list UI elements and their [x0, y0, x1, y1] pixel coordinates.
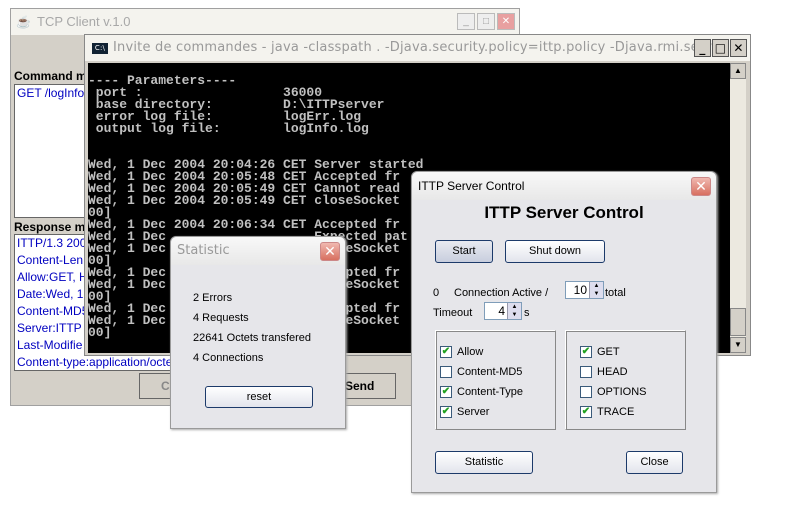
spinner-arrows-icon[interactable]: ▲ ▼: [507, 303, 521, 319]
reset-button[interactable]: reset: [205, 386, 313, 408]
timeout-value: 4: [498, 304, 505, 318]
minimize-button[interactable]: _: [457, 13, 475, 30]
maximize-button[interactable]: □: [477, 13, 495, 30]
start-button[interactable]: Start: [435, 240, 493, 263]
scrollbar-thumb[interactable]: [730, 308, 746, 336]
checkbox-content-md5[interactable]: Content-MD5: [440, 364, 522, 380]
checkbox-label: Content-Type: [457, 386, 524, 398]
checkbox-label: OPTIONS: [597, 386, 647, 398]
active-connections-count: 0: [433, 287, 440, 299]
checkbox-icon: ✔: [440, 346, 452, 358]
statistic-titlebar[interactable]: Statistic ✕: [171, 237, 345, 265]
total-spinner[interactable]: 10 ▲ ▼: [565, 281, 604, 299]
checkbox-label: GET: [597, 346, 620, 358]
timeout-spinner[interactable]: 4 ▲ ▼: [484, 302, 522, 320]
checkbox-head[interactable]: HEAD: [580, 364, 628, 380]
checkbox-get[interactable]: ✔ GET: [580, 344, 620, 360]
checkbox-options[interactable]: OPTIONS: [580, 384, 647, 400]
octets-count: 22641 Octets transfered: [193, 332, 312, 344]
close-icon[interactable]: ✕: [320, 242, 340, 261]
maximize-button[interactable]: □: [712, 39, 729, 57]
response-label: Response m: [14, 220, 86, 234]
checkbox-icon: ✔: [580, 346, 592, 358]
minimize-button[interactable]: _: [694, 39, 711, 57]
total-value: 10: [573, 283, 587, 297]
console-title: Invite de commandes - java -classpath . …: [113, 40, 734, 55]
scroll-up-arrow-icon[interactable]: ▲: [730, 63, 746, 79]
checkbox-label: Content-MD5: [457, 366, 523, 378]
server-control-window: ITTP Server Control ✕ ITTP Server Contro…: [411, 171, 717, 493]
checkbox-label: HEAD: [597, 366, 628, 378]
console-icon: C:\: [92, 43, 108, 54]
close-button[interactable]: ✕: [730, 39, 747, 57]
checkbox-server[interactable]: ✔ Server: [440, 404, 489, 420]
close-button[interactable]: ✕: [497, 13, 515, 30]
checkbox-label: TRACE: [597, 406, 635, 418]
command-list[interactable]: GET /logInfo: [14, 84, 86, 218]
checkbox-icon: ✔: [440, 406, 452, 418]
java-icon: ☕: [16, 15, 31, 29]
server-control-titlebar[interactable]: ITTP Server Control ✕: [412, 172, 716, 200]
statistic-title: Statistic: [177, 243, 230, 258]
checkbox-icon: [580, 386, 592, 398]
checkbox-icon: ✔: [580, 406, 592, 418]
console-titlebar[interactable]: C:\ Invite de commandes - java -classpat…: [85, 35, 750, 61]
connections-count: 4 Connections: [193, 352, 264, 364]
errors-count: 2 Errors: [193, 292, 233, 304]
statistic-window: Statistic ✕ 2 Errors 4 Requests 22641 Oc…: [170, 236, 346, 429]
timeout-label: Timeout: [433, 307, 473, 319]
scroll-down-arrow-icon[interactable]: ▼: [730, 337, 746, 353]
tcp-client-title: TCP Client v.1.0: [37, 14, 131, 29]
list-item[interactable]: GET /logInfo: [15, 85, 85, 102]
checkbox-icon: [580, 366, 592, 378]
checkbox-trace[interactable]: ✔ TRACE: [580, 404, 634, 420]
server-control-title: ITTP Server Control: [418, 179, 525, 193]
checkbox-label: Server: [457, 406, 490, 418]
headers-group: ✔ Allow Content-MD5 ✔ Content-Type ✔ Server: [435, 330, 556, 430]
spinner-arrows-icon[interactable]: ▲ ▼: [589, 282, 603, 298]
checkbox-allow[interactable]: ✔ Allow: [440, 344, 483, 360]
timeout-unit: s: [524, 307, 530, 319]
command-label: Command m: [14, 69, 87, 83]
shutdown-button[interactable]: Shut down: [505, 240, 605, 263]
total-label: total: [605, 287, 626, 299]
vertical-scrollbar[interactable]: ▲ ▼: [730, 63, 746, 353]
statistic-button[interactable]: Statistic: [435, 451, 533, 474]
checkbox-icon: [440, 366, 452, 378]
close-button[interactable]: Close: [626, 451, 683, 474]
tcp-client-titlebar[interactable]: ☕ TCP Client v.1.0 _ □ ✕: [11, 9, 519, 35]
checkbox-content-type[interactable]: ✔ Content-Type: [440, 384, 523, 400]
console-line: output log file: logInfo.log: [88, 121, 369, 136]
server-control-heading: ITTP Server Control: [484, 203, 644, 222]
connection-active-label: Connection Active /: [454, 287, 549, 299]
checkbox-label: Allow: [457, 346, 484, 358]
methods-group: ✔ GET HEAD OPTIONS ✔ TRACE: [565, 330, 686, 430]
close-icon[interactable]: ✕: [691, 177, 711, 196]
requests-count: 4 Requests: [193, 312, 249, 324]
checkbox-icon: ✔: [440, 386, 452, 398]
